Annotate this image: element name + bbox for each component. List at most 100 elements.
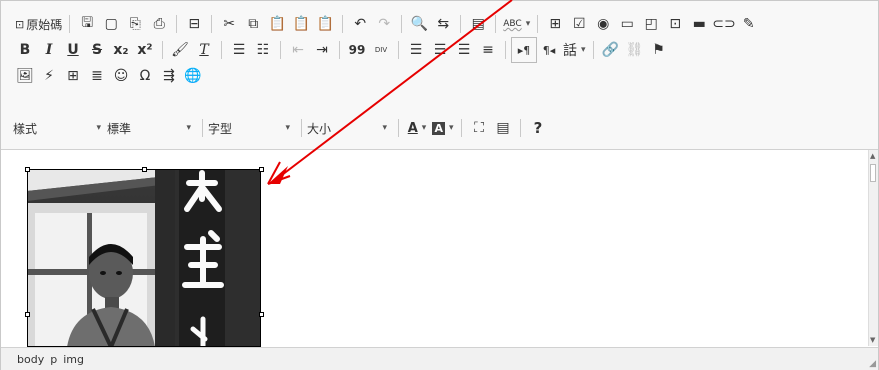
maximize-button[interactable]: ⛶: [467, 116, 491, 140]
unlink-button[interactable]: ⛓: [623, 38, 647, 62]
strikethrough-button[interactable]: S: [85, 38, 109, 62]
spellcheck-button[interactable]: ABC ▾: [501, 12, 532, 36]
paste-text-button[interactable]: 📋: [289, 12, 313, 36]
align-right-button[interactable]: ☰: [452, 38, 476, 62]
redo-button[interactable]: ↷: [372, 12, 396, 36]
replace-button[interactable]: ⇆: [431, 12, 455, 36]
bulleted-list-button[interactable]: ☷: [251, 38, 275, 62]
textarea-button[interactable]: ◰: [639, 12, 663, 36]
hidden-field-button[interactable]: ✎: [737, 12, 761, 36]
select-field-button[interactable]: ⊡: [663, 12, 687, 36]
language-button[interactable]: 話 ▾: [561, 38, 588, 62]
show-blocks-button[interactable]: ▤: [491, 116, 515, 140]
anchor-button[interactable]: ⚑: [647, 38, 671, 62]
flash-button[interactable]: ⚡: [37, 64, 61, 88]
element-path-bar: body p img ◢: [1, 347, 878, 370]
source-button[interactable]: ⊡ 原始碼: [13, 12, 64, 36]
size-combo[interactable]: 大小 ▾: [307, 117, 393, 139]
copy-format-button[interactable]: 🖌: [168, 38, 192, 62]
chevron-down-icon: ▾: [421, 123, 427, 133]
resize-grip-icon[interactable]: ◢: [869, 359, 876, 369]
table-icon: ⊞: [67, 68, 79, 84]
path-item-body[interactable]: body: [17, 353, 44, 366]
paste-word-button[interactable]: 📋: [313, 12, 337, 36]
superscript-button[interactable]: x²: [133, 38, 157, 62]
about-button[interactable]: ?: [526, 116, 550, 140]
separator: [520, 119, 521, 137]
scroll-down-icon[interactable]: ▼: [870, 336, 875, 344]
numbered-list-icon: ☰: [232, 42, 246, 58]
resize-handle-top-left[interactable]: [25, 167, 30, 172]
smiley-icon: ☺: [113, 68, 129, 84]
link-button[interactable]: 🔗: [599, 38, 623, 62]
underline-button[interactable]: U: [61, 38, 85, 62]
outdent-button[interactable]: ⇤: [286, 38, 310, 62]
show-blocks-icon: ▤: [496, 120, 510, 136]
format-combo[interactable]: 標準 ▾: [107, 117, 197, 139]
new-page-button[interactable]: ▢: [99, 12, 123, 36]
ltr-button[interactable]: ▸¶: [511, 37, 537, 63]
print-button[interactable]: ⎙: [147, 12, 171, 36]
undo-button[interactable]: ↶: [348, 12, 372, 36]
textfield-button[interactable]: ▭: [615, 12, 639, 36]
div-container-button[interactable]: DIV: [369, 38, 393, 62]
radio-icon: ◉: [597, 16, 610, 32]
save-button[interactable]: 🖫: [75, 12, 99, 36]
toolbar-row-document: ⊡ 原始碼 🖫 ▢ ⎘ ⎙ ⊟ ✂ ⧉ 📋 📋 📋 ↶ ↷ 🔍 ⇆ ▤ ABC …: [13, 11, 761, 37]
align-center-button[interactable]: ☰: [428, 38, 452, 62]
resize-handle-right[interactable]: [259, 312, 264, 317]
italic-button[interactable]: I: [37, 38, 61, 62]
find-button[interactable]: 🔍: [407, 12, 431, 36]
rtl-button[interactable]: ¶◂: [537, 38, 561, 62]
table-button[interactable]: ⊞: [61, 64, 85, 88]
page-break-button[interactable]: ⇶: [157, 64, 181, 88]
scroll-up-icon[interactable]: ▲: [870, 152, 875, 160]
indent-button[interactable]: ⇥: [310, 38, 334, 62]
preview-button[interactable]: ⎘: [123, 12, 147, 36]
vertical-scrollbar[interactable]: ▲ ▼: [868, 150, 878, 346]
image-button-button[interactable]: ⊂⊃: [711, 12, 736, 36]
justify-button[interactable]: ≡: [476, 38, 500, 62]
cut-button[interactable]: ✂: [217, 12, 241, 36]
font-combo[interactable]: 字型 ▾: [208, 117, 296, 139]
path-item-p[interactable]: p: [50, 353, 57, 366]
toolbar-row-styles: 樣式 ▾ 標準 ▾ 字型 ▾ 大小 ▾ A ▾ A ▾ ⛶ ▤ ?: [13, 115, 550, 141]
bg-color-button[interactable]: A ▾: [430, 116, 456, 140]
chevron-down-icon: ▾: [525, 19, 531, 29]
numbered-list-button[interactable]: ☰: [227, 38, 251, 62]
bold-button[interactable]: B: [13, 38, 37, 62]
smiley-button[interactable]: ☺: [109, 64, 133, 88]
align-left-button[interactable]: ☰: [404, 38, 428, 62]
subscript-button[interactable]: x₂: [109, 38, 133, 62]
remove-format-button[interactable]: T: [192, 38, 216, 62]
language-label: 話: [563, 43, 577, 59]
selected-image[interactable]: [27, 169, 261, 347]
bg-color-label: A: [432, 121, 445, 135]
select-all-button[interactable]: ▤: [466, 12, 490, 36]
checkbox-button[interactable]: ☑: [567, 12, 591, 36]
form-icon: ⊞: [549, 16, 562, 32]
resize-handle-left[interactable]: [25, 312, 30, 317]
maximize-icon: ⛶: [474, 120, 484, 136]
form-button-button[interactable]: ▬: [687, 12, 711, 36]
blockquote-button[interactable]: 99: [345, 38, 369, 62]
special-char-button[interactable]: Ω: [133, 64, 157, 88]
styles-combo[interactable]: 樣式 ▾: [13, 117, 107, 139]
iframe-button[interactable]: 🌐: [181, 64, 205, 88]
form-button[interactable]: ⊞: [543, 12, 567, 36]
paste-button[interactable]: 📋: [265, 12, 289, 36]
horizontal-rule-button[interactable]: ≣: [85, 64, 109, 88]
text-color-button[interactable]: A ▾: [404, 116, 430, 140]
scrollbar-thumb[interactable]: [870, 164, 876, 182]
resize-handle-top-right[interactable]: [259, 167, 264, 172]
rtl-icon: ¶◂: [542, 43, 556, 57]
copy-button[interactable]: ⧉: [241, 12, 265, 36]
chevron-down-icon: ▾: [285, 123, 290, 133]
resize-handle-top[interactable]: [142, 167, 147, 172]
format-label: 標準: [107, 121, 132, 136]
path-item-img[interactable]: img: [63, 353, 84, 366]
templates-button[interactable]: ⊟: [182, 12, 206, 36]
radio-button[interactable]: ◉: [591, 12, 615, 36]
separator: [162, 41, 163, 59]
image-button[interactable]: 🖼: [13, 64, 37, 88]
